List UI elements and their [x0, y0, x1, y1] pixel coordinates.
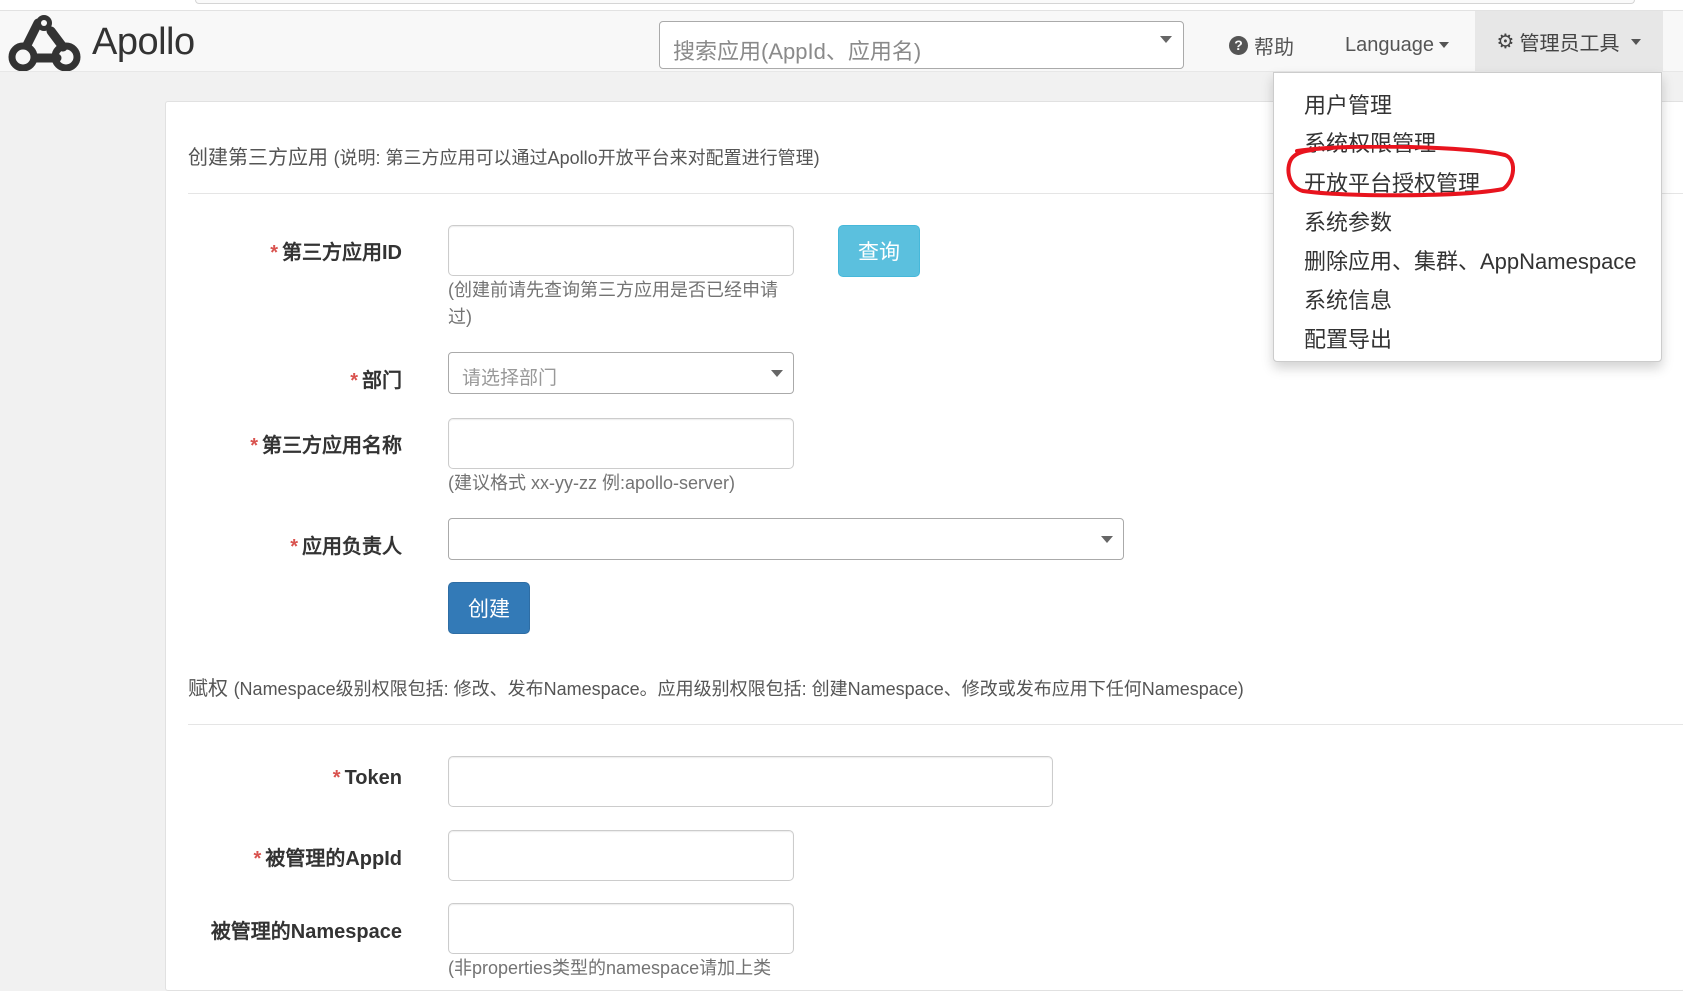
chevron-down-icon [1160, 36, 1172, 43]
grant-section-title: 赋权 (Namespace级别权限包括: 修改、发布Namespace。应用级别… [188, 672, 1244, 701]
app-id-input[interactable] [448, 225, 794, 276]
token-label-text: Token [344, 767, 402, 789]
chevron-down-icon [1101, 536, 1113, 543]
create-section-title: 创建第三方应用 (说明: 第三方应用可以通过Apollo开放平台来对配置进行管理… [188, 141, 820, 170]
search-placeholder: 搜索应用(AppId、应用名) [673, 39, 922, 64]
admin-tools-label: 管理员工具 [1519, 33, 1620, 55]
brand-link[interactable]: Apollo [8, 13, 195, 71]
nav-help-link[interactable]: ? 帮助 [1229, 21, 1294, 69]
managed-appid-label-text: 被管理的AppId [265, 848, 402, 870]
nav-admin-tools-dropdown[interactable]: ⚙ 管理员工具 [1475, 11, 1663, 72]
language-label: Language [1345, 33, 1434, 56]
browser-tab-edge [195, 0, 1635, 4]
app-name-label-text: 第三方应用名称 [262, 435, 402, 457]
managed-appid-input[interactable] [448, 830, 794, 881]
managed-namespace-label-text: 被管理的Namespace [210, 921, 402, 943]
required-mark: * [290, 536, 298, 558]
token-label: * Token [333, 767, 402, 790]
grant-title-text: 赋权 [188, 678, 228, 700]
grant-title-note: (Namespace级别权限包括: 修改、发布Namespace。应用级别权限包… [233, 679, 1244, 699]
app-id-help: (创建前请先查询第三方应用是否已经申请过) [448, 280, 778, 327]
menu-item-user-management[interactable]: 用户管理 [1304, 88, 1392, 120]
department-label: * 部门 [350, 364, 402, 393]
apollo-logo-icon [8, 15, 81, 71]
department-select[interactable]: 请选择部门 [448, 352, 794, 394]
token-input[interactable] [448, 756, 1053, 807]
browser-top-strip [0, 0, 1683, 11]
menu-item-config-export[interactable]: 配置导出 [1304, 322, 1392, 354]
admin-tools-menu: 用户管理 系统权限管理 开放平台授权管理 系统参数 删除应用、集群、AppNam… [1273, 72, 1662, 362]
gear-icon: ⚙ [1496, 31, 1515, 53]
app-search-select[interactable]: 搜索应用(AppId、应用名) [659, 21, 1184, 69]
app-name-help: (建议格式 xx-yy-zz 例:apollo-server) [448, 473, 736, 493]
managed-namespace-input[interactable] [448, 903, 794, 954]
app-id-label: * 第三方应用ID [270, 236, 402, 265]
managed-namespace-label: 被管理的Namespace [211, 915, 402, 944]
menu-item-open-platform-auth[interactable]: 开放平台授权管理 [1304, 166, 1480, 198]
create-title-text: 创建第三方应用 [188, 147, 328, 169]
required-mark: * [332, 767, 341, 789]
chevron-down-icon [1438, 42, 1449, 48]
brand-name: Apollo [92, 20, 195, 63]
managed-appid-label: * 被管理的AppId [254, 842, 402, 871]
required-mark: * [250, 435, 258, 457]
owner-label: * 应用负责人 [290, 530, 402, 559]
navbar: Apollo 搜索应用(AppId、应用名) ? 帮助 Language ⚙ 管… [0, 11, 1683, 72]
divider [188, 724, 1683, 725]
help-label: 帮助 [1254, 36, 1294, 59]
create-title-note: (说明: 第三方应用可以通过Apollo开放平台来对配置进行管理) [333, 148, 820, 168]
create-button[interactable]: 创建 [448, 582, 530, 634]
department-label-text: 部门 [362, 370, 402, 392]
chevron-down-icon [1631, 38, 1642, 45]
chevron-down-icon [771, 370, 783, 377]
app-id-label-text: 第三方应用ID [282, 242, 402, 264]
owner-label-text: 应用负责人 [302, 536, 402, 558]
department-placeholder: 请选择部门 [462, 368, 558, 389]
required-mark: * [253, 848, 262, 870]
menu-item-system-info[interactable]: 系统信息 [1304, 283, 1392, 315]
namespace-help: (非properties类型的namespace请加上类 [448, 958, 772, 978]
query-button[interactable]: 查询 [838, 225, 920, 277]
menu-item-delete-app[interactable]: 删除应用、集群、AppNamespace [1304, 244, 1637, 276]
required-mark: * [350, 370, 358, 392]
required-mark: * [270, 242, 278, 264]
owner-select[interactable] [448, 518, 1124, 560]
app-name-label: * 第三方应用名称 [250, 429, 402, 458]
help-icon: ? [1229, 35, 1248, 55]
menu-item-system-permission[interactable]: 系统权限管理 [1304, 126, 1436, 158]
app-name-input[interactable] [448, 418, 794, 469]
menu-item-system-params[interactable]: 系统参数 [1304, 205, 1392, 237]
nav-language-dropdown[interactable]: Language [1345, 21, 1449, 69]
